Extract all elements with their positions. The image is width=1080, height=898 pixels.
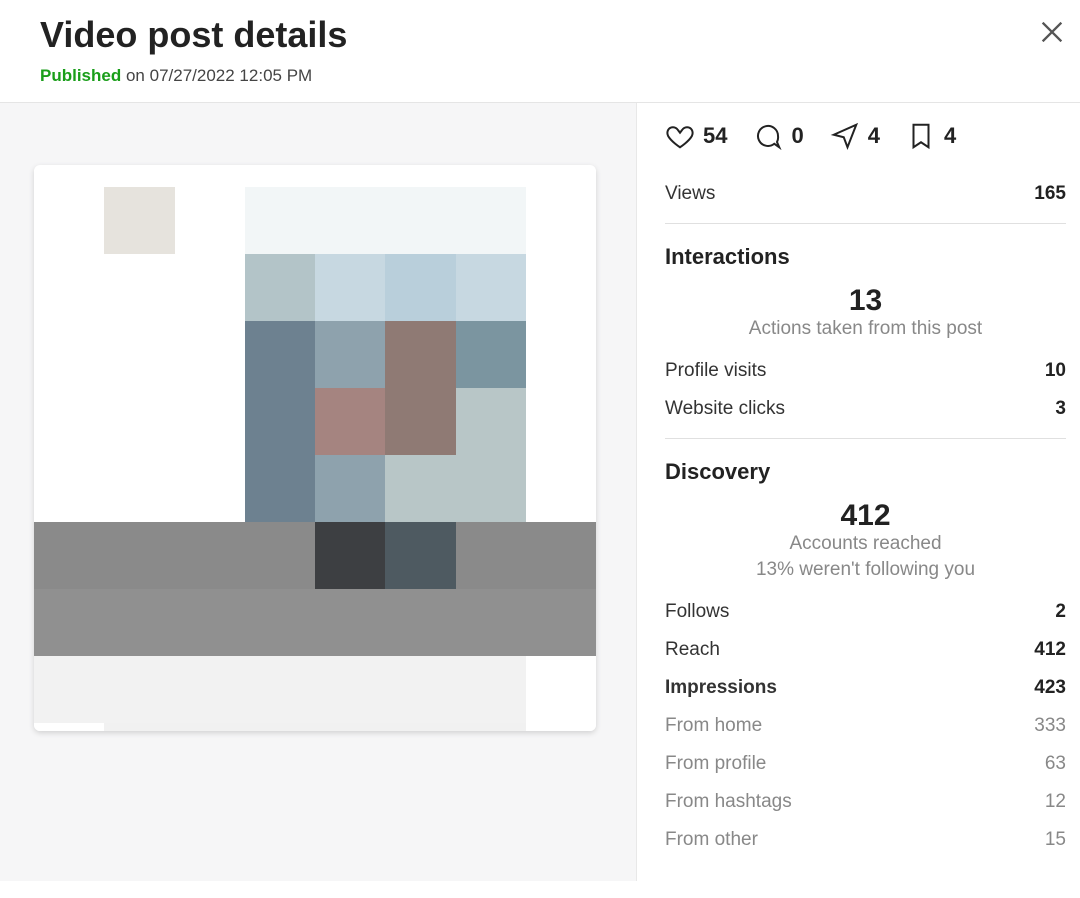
views-label: Views: [665, 183, 715, 205]
stat-label: Reach: [665, 639, 720, 661]
comments-count: 0: [791, 123, 803, 149]
discovery-row: From hashtags 12: [665, 783, 1066, 821]
analytics-panel: 54 0 4 4 Views 16: [636, 103, 1080, 881]
discovery-row: Follows 2: [665, 593, 1066, 631]
shares-stat: 4: [830, 121, 880, 151]
discovery-title: Discovery: [665, 459, 1066, 485]
stat-value: 10: [1045, 360, 1066, 382]
discovery-row: Impressions 423: [665, 669, 1066, 707]
shares-count: 4: [868, 123, 880, 149]
stat-value: 2: [1055, 601, 1066, 623]
stat-value: 423: [1034, 677, 1066, 699]
stat-label: Follows: [665, 601, 729, 623]
stat-value: 3: [1055, 398, 1066, 420]
discovery-row: From other 15: [665, 821, 1066, 859]
discovery-row: From profile 63: [665, 745, 1066, 783]
comments-stat: 0: [753, 121, 803, 151]
video-thumbnail-pixelated: [34, 187, 596, 731]
divider: [665, 438, 1066, 439]
stat-value: 12: [1045, 791, 1066, 813]
views-value: 165: [1034, 183, 1066, 205]
page-title: Video post details: [40, 14, 1040, 56]
close-button[interactable]: [1038, 18, 1066, 46]
interactions-subtitle: Actions taken from this post: [665, 318, 1066, 340]
discovery-subtitle-2: 13% weren't following you: [665, 559, 1066, 581]
stat-value: 63: [1045, 753, 1066, 775]
discovery-row: Reach 412: [665, 631, 1066, 669]
views-row: Views 165: [665, 175, 1066, 213]
likes-stat: 54: [665, 121, 727, 151]
divider: [665, 223, 1066, 224]
stat-label: From profile: [665, 753, 766, 775]
share-icon: [830, 121, 860, 151]
published-date: 07/27/2022 12:05 PM: [150, 66, 313, 85]
heart-icon: [665, 121, 695, 151]
stat-value: 412: [1034, 639, 1066, 661]
stat-label: Website clicks: [665, 398, 785, 420]
stat-label: From other: [665, 829, 758, 851]
likes-count: 54: [703, 123, 727, 149]
stat-value: 15: [1045, 829, 1066, 851]
stat-value: 333: [1034, 715, 1066, 737]
video-thumbnail-card[interactable]: [34, 165, 596, 731]
publish-status: Published on 07/27/2022 12:05 PM: [40, 66, 1040, 86]
discovery-total: 412: [665, 499, 1066, 533]
interaction-row: Profile visits 10: [665, 352, 1066, 390]
stat-label: Impressions: [665, 677, 777, 699]
interactions-title: Interactions: [665, 244, 1066, 270]
engagement-row: 54 0 4 4: [665, 121, 1066, 151]
saves-count: 4: [944, 123, 956, 149]
stat-label: From home: [665, 715, 762, 737]
discovery-row: From home 333: [665, 707, 1066, 745]
stat-label: Profile visits: [665, 360, 766, 382]
left-panel: [0, 103, 636, 881]
published-label: Published: [40, 66, 121, 85]
discovery-subtitle-1: Accounts reached: [665, 533, 1066, 555]
interactions-total: 13: [665, 284, 1066, 318]
published-date-prefix: on: [126, 66, 145, 85]
bookmark-icon: [906, 121, 936, 151]
header: Video post details Published on 07/27/20…: [0, 0, 1080, 103]
stat-label: From hashtags: [665, 791, 792, 813]
content-body: 54 0 4 4 Views 16: [0, 103, 1080, 881]
interaction-row: Website clicks 3: [665, 390, 1066, 428]
close-icon: [1038, 18, 1066, 46]
comment-icon: [753, 121, 783, 151]
saves-stat: 4: [906, 121, 956, 151]
